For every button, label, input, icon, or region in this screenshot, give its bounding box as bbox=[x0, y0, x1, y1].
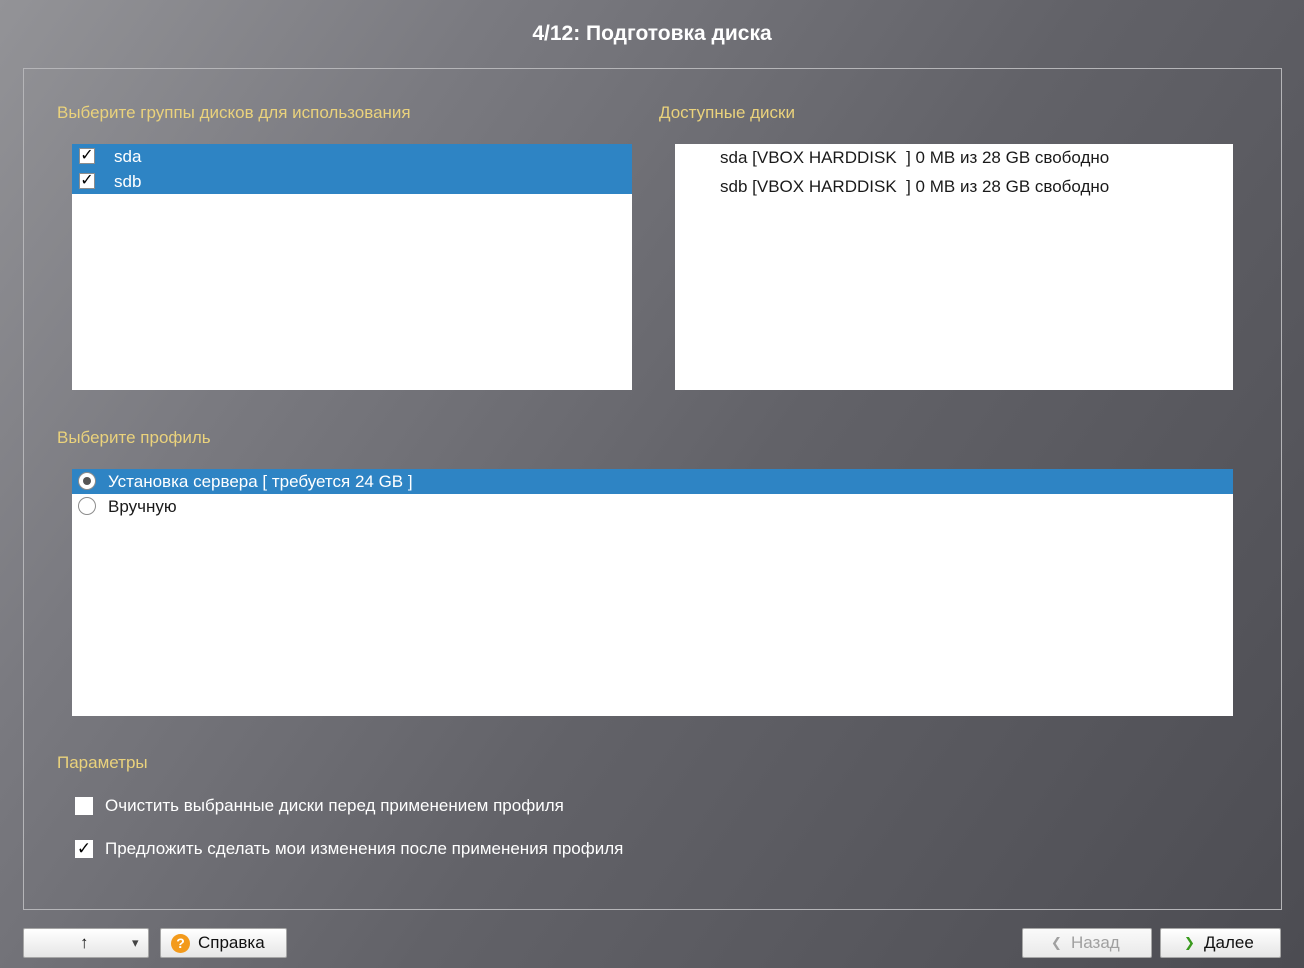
help-button[interactable]: ? Справка bbox=[160, 928, 287, 958]
manual-profile-radio[interactable] bbox=[78, 497, 96, 515]
profile-item-label: Вручную bbox=[108, 497, 177, 516]
back-button[interactable]: ❮ Назад bbox=[1022, 928, 1152, 958]
disk-group-item-sda[interactable]: ✓ sda bbox=[72, 144, 632, 169]
parameters-label: Параметры bbox=[57, 753, 148, 772]
help-button-label: Справка bbox=[198, 933, 265, 952]
disk-group-label: sdb bbox=[114, 172, 142, 191]
next-button[interactable]: ❯ Далее bbox=[1160, 928, 1281, 958]
chevron-down-icon[interactable]: ▾ bbox=[132, 929, 139, 957]
available-disks-list: sda [VBOX HARDDISK ] 0 MB из 28 GB свобо… bbox=[675, 144, 1233, 390]
help-icon: ? bbox=[171, 934, 190, 953]
sdb-checkbox[interactable]: ✓ bbox=[79, 173, 95, 189]
disk-group-item-sdb[interactable]: ✓ sdb bbox=[72, 169, 632, 194]
clear-disks-label: Очистить выбранные диски перед применени… bbox=[105, 796, 564, 815]
up-arrow-icon: ↑ bbox=[80, 933, 89, 952]
disk-groups-label: Выберите группы дисков для использования bbox=[57, 103, 411, 122]
server-profile-radio[interactable] bbox=[78, 472, 96, 490]
available-disks-label: Доступные диски bbox=[659, 103, 795, 122]
suggest-changes-checkbox[interactable]: ✓ bbox=[75, 840, 93, 858]
chevron-right-icon: ❯ bbox=[1184, 935, 1195, 950]
window-title: 4/12: Подготовка диска bbox=[532, 22, 772, 45]
profile-label: Выберите профиль bbox=[57, 428, 211, 447]
available-disk-item: sdb [VBOX HARDDISK ] 0 MB из 28 GB свобо… bbox=[720, 177, 1110, 196]
disk-group-label: sda bbox=[114, 147, 142, 166]
clear-disks-checkbox[interactable] bbox=[75, 797, 93, 815]
profile-item-label: Установка сервера [ требуется 24 GB ] bbox=[108, 472, 413, 491]
sda-checkbox[interactable]: ✓ bbox=[79, 148, 95, 164]
next-button-label: Далее bbox=[1204, 933, 1254, 952]
profile-item-server[interactable]: Установка сервера [ требуется 24 GB ] bbox=[72, 469, 1233, 494]
profile-list[interactable]: Установка сервера [ требуется 24 GB ] Вр… bbox=[72, 469, 1233, 716]
available-disk-item: sda [VBOX HARDDISK ] 0 MB из 28 GB свобо… bbox=[720, 148, 1110, 167]
suggest-changes-label: Предложить сделать мои изменения после п… bbox=[105, 839, 624, 858]
back-button-label: Назад bbox=[1071, 933, 1120, 952]
up-menu-button[interactable]: ↑ ▾ bbox=[23, 928, 149, 958]
profile-item-manual[interactable]: Вручную bbox=[72, 494, 1233, 519]
chevron-left-icon: ❮ bbox=[1051, 935, 1062, 950]
disk-groups-list[interactable]: ✓ sda ✓ sdb bbox=[72, 144, 632, 390]
